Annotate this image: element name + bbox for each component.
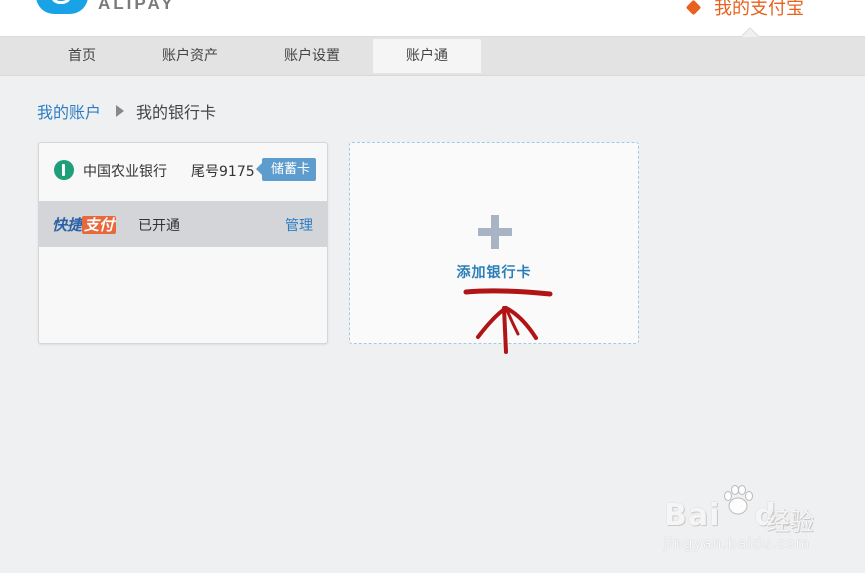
- my-alipay-link[interactable]: 我的支付宝: [685, 0, 804, 20]
- nav-item-home[interactable]: 首页: [40, 39, 124, 73]
- quickpay-logo-b: 支付: [82, 216, 117, 234]
- quickpay-logo-a: 快捷: [52, 216, 83, 234]
- top-header: ALIPAY 我的支付宝: [0, 0, 865, 37]
- card-tail-number: 尾号9175: [191, 164, 255, 180]
- plus-icon: [478, 215, 512, 249]
- card-type-badge: 储蓄卡: [255, 158, 317, 181]
- main-nav: 首页 账户资产 账户设置 账户通: [0, 37, 865, 76]
- diamond-icon: [685, 0, 702, 15]
- baidu-watermark: Bai du 经验 jingyan.baidu.com: [660, 480, 840, 560]
- add-bank-card-button[interactable]: 添加银行卡: [349, 142, 639, 344]
- watermark-url: jingyan.baidu.com: [664, 536, 811, 552]
- nav-item-assets[interactable]: 账户资产: [142, 39, 238, 73]
- logo-text: ALIPAY: [98, 0, 176, 13]
- my-alipay-label: 我的支付宝: [714, 0, 804, 19]
- bank-name: 中国农业银行: [83, 164, 167, 180]
- add-bank-card-label: 添加银行卡: [456, 265, 532, 281]
- alipay-logo-icon[interactable]: [36, 0, 88, 14]
- bank-card: 中国农业银行 尾号9175 储蓄卡 快捷 支付 已开通 管理: [38, 142, 328, 344]
- watermark-cn: 经验: [766, 508, 814, 536]
- abc-bank-icon: [54, 160, 74, 180]
- watermark-brand-bai: Bai: [664, 498, 721, 533]
- manage-link[interactable]: 管理: [285, 215, 313, 235]
- quickpay-logo-icon: 快捷 支付: [52, 214, 117, 235]
- breadcrumb: 我的账户 我的银行卡: [37, 99, 216, 123]
- breadcrumb-current: 我的银行卡: [136, 103, 217, 122]
- bank-card-header: 中国农业银行 尾号9175 储蓄卡: [39, 143, 327, 201]
- nav-item-account-link[interactable]: 账户通: [373, 39, 481, 73]
- breadcrumb-arrow-icon: [116, 105, 125, 117]
- breadcrumb-my-account[interactable]: 我的账户: [37, 99, 101, 123]
- quickpay-status: 已开通: [138, 218, 180, 234]
- quickpay-row: 快捷 支付 已开通 管理: [39, 201, 327, 247]
- logo-mark: [50, 0, 72, 4]
- nav-item-settings[interactable]: 账户设置: [262, 39, 362, 73]
